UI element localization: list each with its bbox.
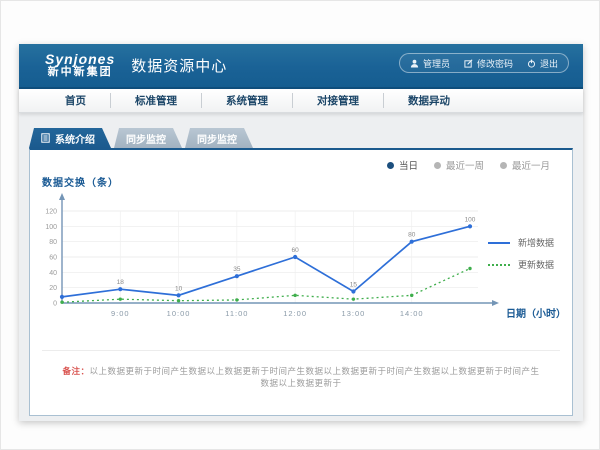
radio-label: 最近一月 <box>512 158 550 172</box>
tab-bar: 系统介绍 同步监控 同步监控 <box>29 128 583 148</box>
svg-text:60: 60 <box>49 255 57 262</box>
app-window: Synjones 新中新集团 数据资源中心 管理员 修改密码 退出 <box>19 44 583 421</box>
footnote-text: 以上数据更新于时间产生数据以上数据更新于时间产生数据以上数据更新于时间产生数据以… <box>90 366 540 388</box>
page-title: 数据资源中心 <box>131 55 227 76</box>
svg-text:80: 80 <box>408 232 416 239</box>
svg-text:40: 40 <box>49 270 57 277</box>
svg-text:11:00: 11:00 <box>225 309 248 318</box>
footnote: 备注：以上数据更新于时间产生数据以上数据更新于时间产生数据以上数据更新于时间产生… <box>42 350 560 389</box>
change-password-button[interactable]: 修改密码 <box>464 57 513 70</box>
radio-dot <box>434 162 441 169</box>
logo-brand: Synjones <box>45 52 115 67</box>
svg-text:10: 10 <box>175 285 183 292</box>
legend-updated-data: 更新数据 <box>488 258 554 271</box>
tab-sync-monitor-2[interactable]: 同步监控 <box>185 128 253 148</box>
content-panel: 当日 最近一周 最近一月 数据交换（条） 0 20 40 60 80 100 120 9:00… <box>29 148 573 416</box>
document-icon <box>41 133 50 143</box>
main-nav: 首页 标准管理 系统管理 对接管理 数据异动 <box>19 89 583 113</box>
power-icon <box>527 59 536 68</box>
logout-button[interactable]: 退出 <box>527 57 558 70</box>
user-label: 管理员 <box>423 57 450 70</box>
nav-item-system[interactable]: 系统管理 <box>202 93 293 108</box>
svg-text:18: 18 <box>117 279 125 286</box>
radio-label: 最近一周 <box>446 158 484 172</box>
svg-text:35: 35 <box>233 266 241 273</box>
svg-text:日期（小时）: 日期（小时） <box>506 307 566 320</box>
radio-dot <box>500 162 507 169</box>
tab-label: 系统介绍 <box>55 131 95 146</box>
tab-label: 同步监控 <box>126 131 166 146</box>
tab-label: 同步监控 <box>197 131 237 146</box>
logout-label: 退出 <box>540 57 558 70</box>
user-icon <box>410 59 419 68</box>
header: Synjones 新中新集团 数据资源中心 管理员 修改密码 退出 <box>19 44 583 89</box>
radio-dot-selected <box>387 162 394 169</box>
svg-text:60: 60 <box>292 247 300 254</box>
user-menu: 管理员 修改密码 退出 <box>399 53 569 73</box>
edit-icon <box>464 59 473 68</box>
change-password-label: 修改密码 <box>477 57 513 70</box>
legend-new-data: 新增数据 <box>488 236 554 249</box>
radio-last-week[interactable]: 最近一周 <box>434 158 484 172</box>
radio-label: 当日 <box>399 158 418 172</box>
svg-text:100: 100 <box>465 216 476 223</box>
svg-text:15: 15 <box>350 282 358 289</box>
logo-company: 新中新集团 <box>45 67 115 79</box>
nav-item-home[interactable]: 首页 <box>41 93 111 108</box>
svg-text:12:00: 12:00 <box>283 309 307 318</box>
chart-legend: 新增数据 更新数据 <box>488 236 554 271</box>
svg-text:14:00: 14:00 <box>400 309 424 318</box>
screen: Synjones 新中新集团 数据资源中心 管理员 修改密码 退出 <box>0 0 600 450</box>
radio-today[interactable]: 当日 <box>387 158 418 172</box>
svg-text:10:00: 10:00 <box>167 309 191 318</box>
svg-text:120: 120 <box>45 209 57 216</box>
nav-item-standards[interactable]: 标准管理 <box>111 93 202 108</box>
svg-text:20: 20 <box>49 285 57 292</box>
svg-text:100: 100 <box>45 224 57 231</box>
solid-line-swatch <box>488 242 510 244</box>
nav-item-data-change[interactable]: 数据异动 <box>384 93 474 108</box>
svg-text:80: 80 <box>49 239 57 246</box>
current-user-button[interactable]: 管理员 <box>410 57 450 70</box>
dotted-line-swatch <box>488 264 510 266</box>
radio-last-month[interactable]: 最近一月 <box>500 158 550 172</box>
svg-text:13:00: 13:00 <box>342 309 366 318</box>
range-filter: 当日 最近一周 最近一月 <box>387 158 550 172</box>
legend-label: 新增数据 <box>518 236 554 249</box>
legend-label: 更新数据 <box>518 258 554 271</box>
svg-text:9:00: 9:00 <box>111 309 130 318</box>
tab-sync-monitor-1[interactable]: 同步监控 <box>114 128 182 148</box>
footnote-label: 备注： <box>62 366 89 376</box>
y-axis-title: 数据交换（条） <box>42 174 119 189</box>
svg-text:0: 0 <box>53 301 57 308</box>
nav-item-interface[interactable]: 对接管理 <box>293 93 384 108</box>
logo: Synjones 新中新集团 <box>45 52 115 78</box>
tab-system-intro[interactable]: 系统介绍 <box>29 128 111 148</box>
